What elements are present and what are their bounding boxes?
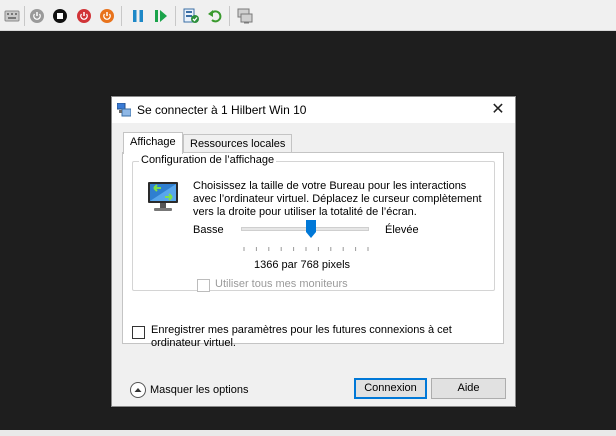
save-settings-checkbox[interactable]	[132, 326, 145, 339]
ctrl-alt-del-icon[interactable]	[4, 8, 20, 24]
toolbar-separator	[229, 6, 230, 26]
toolbar-separator	[121, 6, 122, 26]
hide-options-toggle[interactable]	[130, 382, 146, 398]
connect-dialog: Se connecter à 1 Hilbert Win 10 ✕ Affich…	[111, 96, 516, 407]
close-icon[interactable]: ✕	[487, 100, 509, 120]
checkpoint-icon[interactable]	[183, 8, 199, 24]
power-icon[interactable]	[99, 8, 115, 24]
hide-options-label[interactable]: Masquer les options	[150, 384, 248, 396]
resume-icon[interactable]	[153, 8, 169, 24]
display-config-group: Configuration de l’affichage Choisissez …	[132, 154, 495, 292]
pause-icon[interactable]	[130, 8, 146, 24]
display-description: Choisissez la taille de votre Bureau pou…	[193, 180, 482, 218]
slider-min-label: Basse	[193, 224, 224, 236]
dialog-title: Se connecter à 1 Hilbert Win 10	[137, 103, 307, 117]
group-title: Configuration de l’affichage	[139, 154, 277, 166]
monitor-icon	[145, 180, 181, 214]
use-all-monitors-checkbox[interactable]	[197, 279, 210, 292]
display-tab-panel: Configuration de l’affichage Choisissez …	[122, 152, 504, 349]
connect-button[interactable]: Connexion	[354, 378, 427, 399]
slider-ticks	[243, 242, 369, 251]
display-size-slider-track[interactable]	[241, 227, 369, 231]
vm-connection-toolbar	[0, 0, 616, 31]
resolution-label: 1366 par 768 pixels	[254, 259, 351, 271]
tab-affichage[interactable]: Affichage	[123, 132, 183, 154]
help-button[interactable]: Aide	[431, 378, 506, 399]
turn-off-icon[interactable]	[52, 8, 68, 24]
enhanced-session-icon[interactable]	[237, 8, 253, 24]
dialog-titlebar: Se connecter à 1 Hilbert Win 10 ✕	[112, 97, 515, 123]
revert-icon[interactable]	[207, 8, 223, 24]
bottom-status-strip	[0, 430, 616, 436]
tab-ressources-locales[interactable]: Ressources locales	[183, 134, 293, 154]
use-all-monitors-label: Utiliser tous mes moniteurs	[215, 278, 348, 290]
start-icon[interactable]	[29, 8, 45, 24]
slider-max-label: Élevée	[385, 224, 419, 236]
vm-connect-icon	[116, 102, 132, 117]
save-settings-label: Enregistrer mes paramètres pour les futu…	[151, 324, 452, 349]
display-size-slider-thumb[interactable]	[306, 220, 317, 238]
shut-down-icon[interactable]	[76, 8, 92, 24]
toolbar-separator	[24, 6, 25, 26]
toolbar-separator	[175, 6, 176, 26]
